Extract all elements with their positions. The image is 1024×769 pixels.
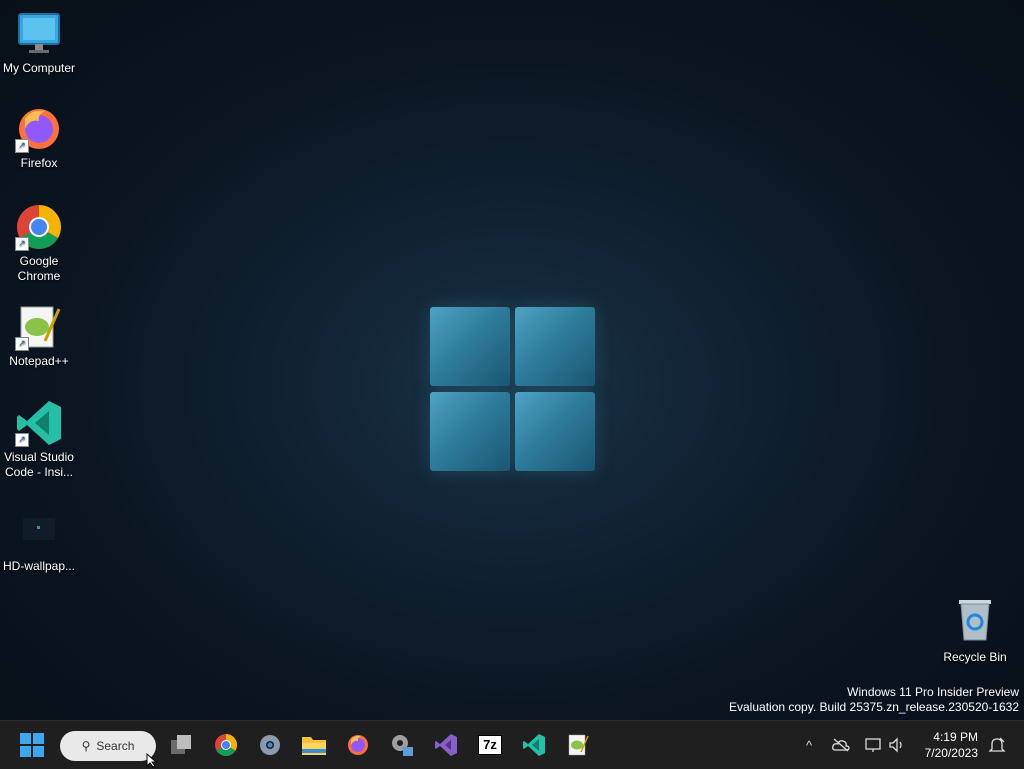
desktop-icon-label: Firefox — [20, 156, 58, 170]
tray-network[interactable] — [862, 721, 884, 769]
chrome-icon: ↗ — [15, 203, 63, 251]
desktop: My Computer ↗ Firefox ↗ Google Chrome ↗ … — [0, 0, 1024, 720]
taskbar-notepadpp[interactable] — [562, 729, 594, 761]
logo-pane — [515, 392, 595, 471]
onedrive-offline-icon — [832, 738, 850, 752]
start-button[interactable] — [16, 729, 48, 761]
notification-button[interactable] — [986, 721, 1008, 769]
tray-onedrive[interactable] — [830, 721, 852, 769]
desktop-icon-notepadpp[interactable]: ↗ Notepad++ — [0, 303, 78, 369]
desktop-icon-label: HD-wallpap... — [2, 559, 76, 573]
notification-icon — [988, 737, 1006, 752]
evaluation-watermark: Windows 11 Pro Insider Preview Evaluatio… — [729, 685, 1019, 715]
start-icon — [20, 733, 44, 757]
file-explorer-icon — [302, 737, 326, 755]
firefox-icon — [348, 735, 368, 755]
taskbar-settings[interactable] — [254, 729, 286, 761]
desktop-icon-label: Notepad++ — [9, 354, 69, 368]
monitor-icon — [15, 10, 63, 58]
taskbar-file-explorer[interactable] — [298, 729, 330, 761]
task-view-button[interactable] — [166, 729, 198, 761]
image-file-icon — [15, 508, 63, 556]
notepadpp-icon: ↗ — [15, 303, 63, 351]
taskbar-visual-studio[interactable] — [430, 729, 462, 761]
desktop-icon-hd-wallpaper[interactable]: HD-wallpap... — [0, 508, 78, 574]
gear-settings-icon — [392, 735, 413, 756]
taskbar-gear-settings[interactable] — [386, 729, 418, 761]
taskbar-vscode[interactable] — [518, 729, 550, 761]
shortcut-arrow-icon: ↗ — [15, 237, 29, 251]
show-hidden-icons-button[interactable]: ^ — [798, 721, 820, 769]
7zip-label: 7z — [483, 737, 497, 752]
vscode-icon — [523, 734, 545, 756]
desktop-icon-chrome[interactable]: ↗ Google Chrome — [0, 203, 78, 284]
recycle-bin-label: Recycle Bin — [943, 650, 1007, 664]
7zip-icon: 7z — [478, 735, 502, 755]
shortcut-arrow-icon: ↗ — [15, 433, 29, 447]
desktop-icon-recycle-bin[interactable]: Recycle Bin — [940, 598, 1010, 664]
firefox-icon: ↗ — [15, 105, 63, 153]
vscode-icon: ↗ — [15, 399, 63, 447]
notepadpp-icon — [568, 734, 589, 756]
desktop-icon-label-line1: Visual Studio — [4, 450, 74, 464]
desktop-icon-my-computer[interactable]: My Computer — [0, 10, 78, 76]
desktop-icon-vscode-insiders[interactable]: ↗ Visual Studio Code - Insi... — [0, 399, 78, 480]
desktop-icon-label-line1: Google — [19, 254, 59, 268]
tray-volume[interactable] — [886, 721, 908, 769]
desktop-icon-label-line2: Chrome — [17, 269, 61, 283]
logo-pane — [430, 392, 510, 471]
search-label: Search — [96, 739, 135, 753]
mouse-cursor-icon — [146, 753, 158, 768]
search-icon: ⚲ — [81, 739, 91, 753]
task-view-icon — [171, 735, 191, 754]
visual-studio-icon — [435, 734, 457, 756]
logo-pane — [430, 307, 510, 386]
desktop-icon-firefox[interactable]: ↗ Firefox — [0, 105, 78, 171]
watermark-line1: Windows 11 Pro Insider Preview — [847, 685, 1019, 699]
taskbar-chrome[interactable] — [210, 729, 242, 761]
desktop-icon-label: My Computer — [2, 61, 76, 75]
search-box[interactable]: ⚲ Search — [60, 731, 156, 761]
taskbar-firefox[interactable] — [342, 729, 374, 761]
taskbar-7zip[interactable]: 7z — [474, 729, 506, 761]
windows-logo-wallpaper — [430, 307, 595, 471]
shortcut-arrow-icon: ↗ — [15, 337, 29, 351]
volume-icon — [889, 737, 902, 753]
settings-icon — [260, 735, 280, 755]
clock-time: 4:19 PM — [933, 730, 978, 744]
logo-pane — [515, 307, 595, 386]
chevron-up-icon: ^ — [805, 737, 813, 753]
clock[interactable]: 4:19 PM 7/20/2023 — [925, 729, 978, 761]
watermark-line2: Evaluation copy. Build 25375.zn_release.… — [729, 700, 1019, 714]
chrome-icon — [215, 734, 237, 756]
clock-date: 7/20/2023 — [924, 746, 978, 760]
network-icon — [865, 738, 881, 752]
desktop-icon-label-line2: Code - Insi... — [4, 465, 74, 479]
shortcut-arrow-icon: ↗ — [15, 139, 29, 153]
recycle-bin-icon — [955, 598, 995, 642]
